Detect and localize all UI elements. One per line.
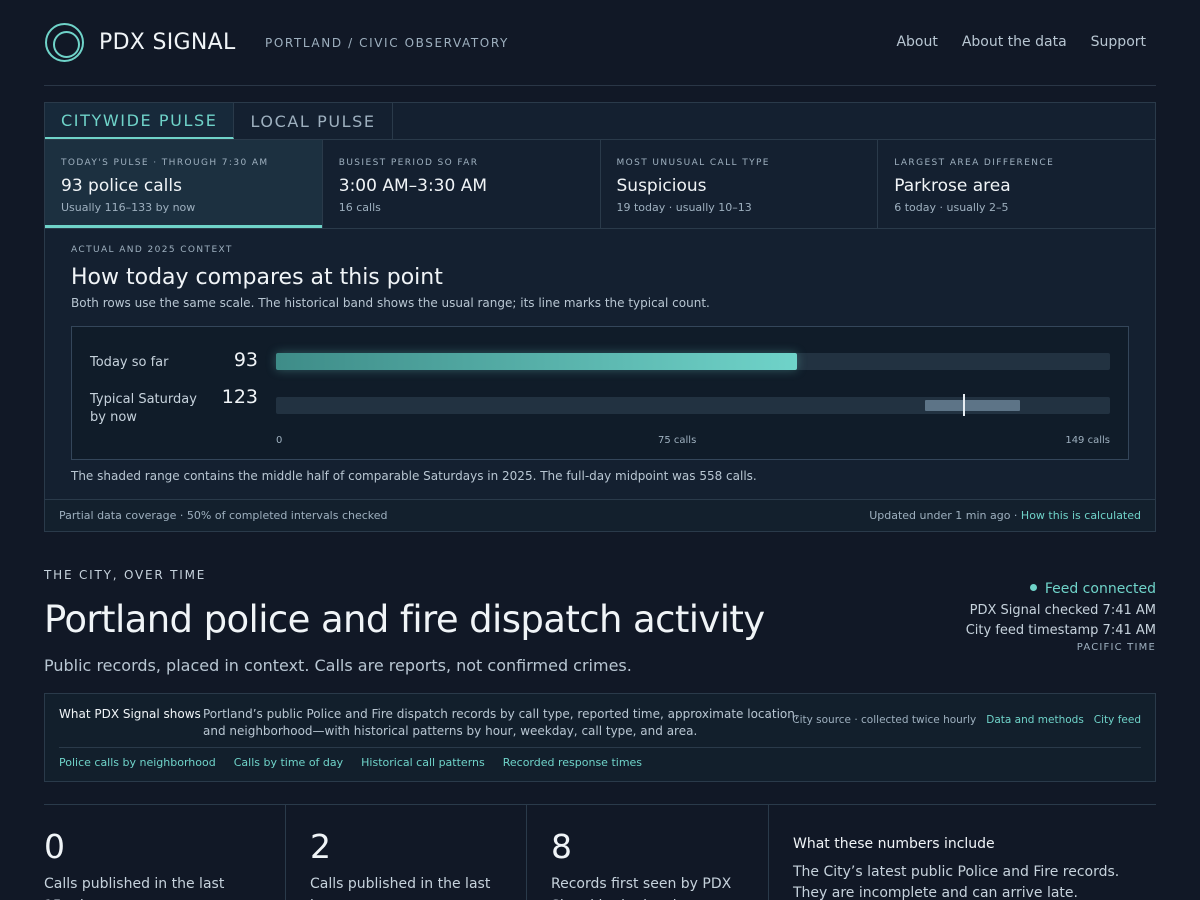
data-and-methods-link[interactable]: Data and methods — [986, 714, 1084, 726]
metric-value: Suspicious — [616, 176, 707, 196]
metric-sub: 19 today · usually 10–13 — [616, 201, 752, 214]
compare-description: Both rows use the same scale. The histor… — [71, 296, 710, 310]
axis-tick-min: 0 — [276, 435, 283, 446]
stat-value: 8 — [551, 827, 572, 866]
page-description: Public records, placed in context. Calls… — [44, 656, 632, 675]
typical-range-band — [925, 400, 1021, 411]
metric-card-todays-pulse[interactable]: TODAY'S PULSE · THROUGH 7:30 AM 93 polic… — [45, 140, 323, 228]
feed-connected-status: Feed connected — [966, 581, 1156, 597]
axis-tick-max: 149 calls — [1065, 435, 1110, 446]
feed-connected-label: Feed connected — [1044, 581, 1156, 597]
feed-status: Feed connected PDX Signal checked 7:41 A… — [966, 581, 1156, 653]
main-nav: About About the data Support — [896, 34, 1146, 50]
comparison-bars: Today so far 93 Typical Saturday by now … — [71, 326, 1129, 460]
typical-label: Typical Saturday by now — [90, 392, 197, 425]
coverage-note: Partial data coverage · 50% of completed… — [59, 509, 388, 522]
stat-label: Records first seen by PDX Signal in the … — [551, 876, 732, 900]
divider — [59, 747, 1141, 748]
how-calculated-link[interactable]: How this is calculated — [1021, 509, 1141, 522]
link-police-calls-by-neighborhood[interactable]: Police calls by neighborhood — [59, 756, 216, 769]
stat-card-last-15-minutes: 0 Calls published in the last 15 minutes — [44, 805, 286, 900]
metric-value: 93 police calls — [61, 176, 182, 196]
metric-card-unusual-type[interactable]: MOST UNUSUAL CALL TYPE Suspicious 19 tod… — [601, 140, 879, 228]
info-source-links: City source · collected twice hourly Dat… — [792, 714, 1141, 726]
info-box: What PDX Signal shows Portland’s public … — [44, 693, 1156, 782]
axis-tick-mid: 75 calls — [658, 435, 697, 446]
status-dot-icon — [1029, 584, 1037, 591]
compare-title: How today compares at this point — [71, 265, 443, 290]
pulse-tabs: CITYWIDE PULSE LOCAL PULSE — [45, 103, 393, 139]
today-count: 93 — [233, 349, 258, 371]
today-label: Today so far — [90, 355, 169, 370]
typical-track — [276, 394, 1110, 416]
typical-count: 123 — [221, 386, 258, 408]
pulse-panel: CITYWIDE PULSE LOCAL PULSE TODAY'S PULSE… — [44, 102, 1156, 532]
today-track — [276, 353, 1110, 370]
info-label: What PDX Signal shows — [59, 707, 201, 721]
metric-eyebrow: LARGEST AREA DIFFERENCE — [894, 158, 1055, 168]
site-header: PDX SIGNAL PORTLAND / CIVIC OBSERVATORY … — [44, 0, 1156, 86]
nav-support[interactable]: Support — [1091, 34, 1146, 50]
tagline: PORTLAND / CIVIC OBSERVATORY — [265, 36, 509, 50]
panel-footer: Partial data coverage · 50% of completed… — [45, 499, 1155, 531]
stat-value: 2 — [310, 827, 331, 866]
link-historical-call-patterns[interactable]: Historical call patterns — [361, 756, 485, 769]
metric-eyebrow: MOST UNUSUAL CALL TYPE — [616, 158, 770, 168]
metric-cards: TODAY'S PULSE · THROUGH 7:30 AM 93 polic… — [45, 140, 1155, 229]
section-eyebrow: THE CITY, OVER TIME — [44, 568, 207, 582]
comparison-footnote: The shaded range contains the middle hal… — [71, 469, 757, 483]
typical-median-marker — [963, 394, 966, 416]
link-recorded-response-times[interactable]: Recorded response times — [503, 756, 642, 769]
page-title: Portland police and fire dispatch activi… — [44, 598, 765, 641]
logo-icon[interactable] — [45, 23, 84, 62]
stat-card-first-seen: 8 Records first seen by PDX Signal in th… — [527, 805, 769, 900]
metric-sub: Usually 116–133 by now — [61, 201, 196, 214]
tab-citywide-pulse[interactable]: CITYWIDE PULSE — [45, 103, 235, 139]
feed-timestamp: City feed timestamp 7:41 AM — [965, 623, 1156, 638]
quick-links: Police calls by neighborhood Calls by ti… — [59, 756, 642, 769]
nav-about[interactable]: About — [896, 34, 937, 50]
nav-about-the-data[interactable]: About the data — [962, 34, 1067, 50]
city-feed-link[interactable]: City feed — [1094, 714, 1141, 726]
compare-header: ACTUAL AND 2025 CONTEXT How today compar… — [71, 245, 1131, 310]
link-calls-by-time-of-day[interactable]: Calls by time of day — [234, 756, 343, 769]
today-bar — [276, 353, 797, 370]
metric-value: Parkrose area — [894, 176, 1011, 196]
metric-card-area-difference[interactable]: LARGEST AREA DIFFERENCE Parkrose area 6 … — [878, 140, 1155, 228]
checked-time: PDX Signal checked 7:41 AM — [969, 603, 1156, 618]
info-text: Portland’s public Police and Fire dispat… — [203, 707, 799, 738]
metric-eyebrow: TODAY'S PULSE · THROUGH 7:30 AM — [61, 158, 269, 168]
metric-sub: 16 calls — [338, 201, 381, 214]
include-text: The City’s latest public Police and Fire… — [793, 864, 1120, 900]
include-title: What these numbers include — [793, 836, 995, 852]
compare-eyebrow: ACTUAL AND 2025 CONTEXT — [71, 245, 233, 255]
info-source: City source · collected twice hourly — [792, 714, 977, 726]
stat-card-last-hour: 2 Calls published in the last hour — [286, 805, 527, 900]
updated-text: Updated under 1 min ago · — [869, 509, 1021, 522]
tab-local-pulse[interactable]: LOCAL PULSE — [234, 103, 393, 139]
brand-name[interactable]: PDX SIGNAL — [99, 30, 236, 55]
metric-value: 3:00 AM–3:30 AM — [338, 176, 488, 196]
stat-label: Calls published in the last hour — [310, 876, 491, 900]
stat-label: Calls published in the last 15 minutes — [44, 876, 225, 900]
metric-eyebrow: BUSIEST PERIOD SO FAR — [338, 158, 479, 168]
metric-card-busiest-period[interactable]: BUSIEST PERIOD SO FAR 3:00 AM–3:30 AM 16… — [323, 140, 601, 228]
metric-sub: 6 today · usually 2–5 — [894, 201, 1009, 214]
updated-note: Updated under 1 min ago · How this is ca… — [869, 509, 1141, 522]
stat-value: 0 — [44, 827, 65, 866]
timezone-label: PACIFIC TIME — [1076, 642, 1156, 653]
